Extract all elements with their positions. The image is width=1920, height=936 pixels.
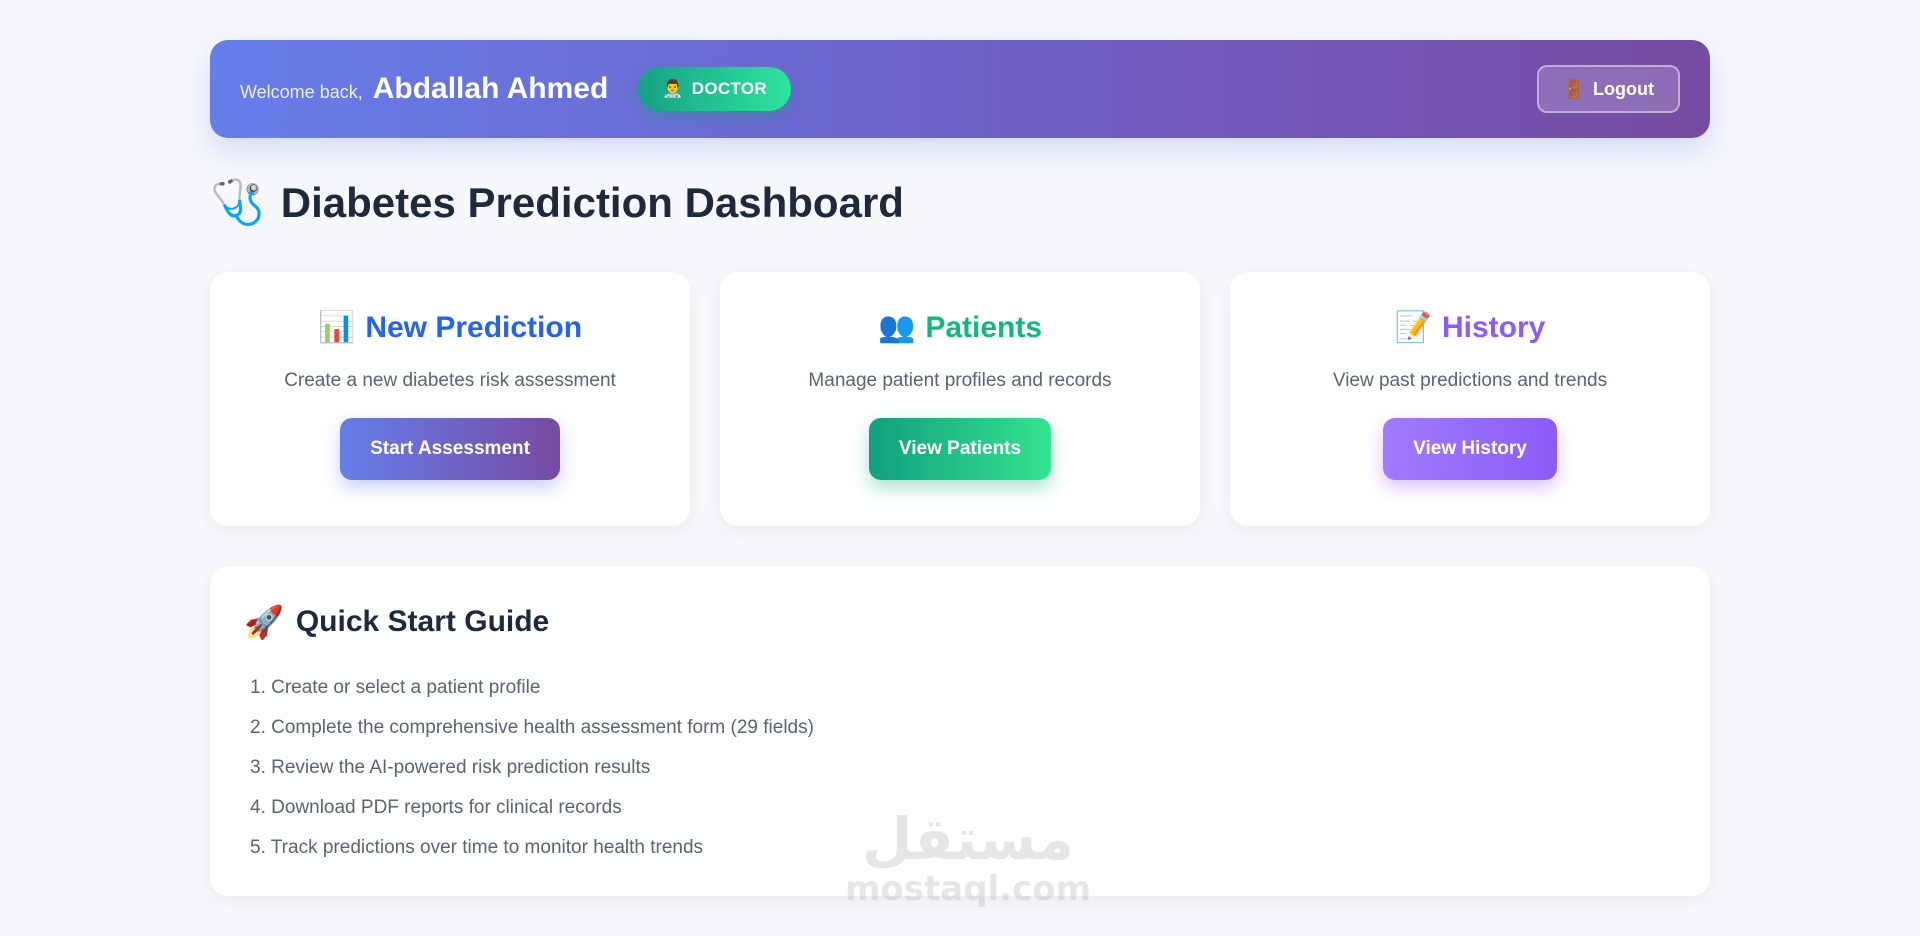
memo-icon: 📝 bbox=[1394, 311, 1432, 344]
list-item: 4. Download PDF reports for clinical rec… bbox=[250, 797, 622, 818]
card-description: Manage patient profiles and records bbox=[808, 370, 1112, 391]
dashboard-page: Welcome back, Abdallah Ahmed 👨‍⚕️ DOCTOR… bbox=[0, 0, 1920, 936]
welcome-header: Welcome back, Abdallah Ahmed 👨‍⚕️ DOCTOR… bbox=[210, 40, 1710, 138]
view-patients-button[interactable]: View Patients bbox=[868, 418, 1052, 480]
rocket-icon: 🚀 bbox=[244, 604, 284, 640]
page-title-row: 🩺 Diabetes Prediction Dashboard bbox=[210, 175, 904, 231]
role-label: DOCTOR bbox=[691, 79, 767, 98]
door-icon: 🚪 bbox=[1562, 78, 1586, 99]
logout-button[interactable]: 🚪 Logout bbox=[1536, 65, 1680, 113]
list-item: 5. Track predictions over time to monito… bbox=[250, 837, 704, 858]
welcome-text: Welcome back, bbox=[240, 81, 363, 102]
history-card: 📝 History View past predictions and tren… bbox=[1230, 272, 1710, 526]
card-description: Create a new diabetes risk assessment bbox=[284, 370, 616, 391]
bar-chart-icon: 📊 bbox=[317, 311, 356, 344]
card-header: 📝 History bbox=[1395, 308, 1546, 348]
card-header: 👥 Patients bbox=[878, 308, 1042, 348]
users-icon: 👥 bbox=[877, 311, 916, 344]
card-title: History bbox=[1442, 311, 1546, 344]
doctor-icon: 👨‍⚕️ bbox=[662, 79, 684, 98]
role-badge: 👨‍⚕️ DOCTOR bbox=[638, 67, 791, 111]
card-title: New Prediction bbox=[365, 311, 583, 344]
action-cards: 📊 New Prediction Create a new diabetes r… bbox=[210, 272, 1710, 526]
view-history-button[interactable]: View History bbox=[1383, 418, 1557, 480]
new-prediction-card: 📊 New Prediction Create a new diabetes r… bbox=[210, 272, 690, 526]
guide-header: 🚀 Quick Start Guide bbox=[244, 602, 1676, 642]
list-item: 3. Review the AI-powered risk prediction… bbox=[250, 757, 651, 778]
list-item: 1. Create or select a patient profile bbox=[250, 677, 541, 698]
card-title: Patients bbox=[925, 311, 1043, 344]
patients-card: 👥 Patients Manage patient profiles and r… bbox=[720, 272, 1200, 526]
card-header: 📊 New Prediction bbox=[318, 308, 582, 348]
page-title: Diabetes Prediction Dashboard bbox=[280, 179, 904, 226]
guide-steps: 1. Create or select a patient profile 2.… bbox=[244, 668, 1676, 868]
card-description: View past predictions and trends bbox=[1332, 370, 1608, 391]
guide-title: Quick Start Guide bbox=[295, 605, 550, 638]
start-assessment-button[interactable]: Start Assessment bbox=[340, 418, 560, 480]
quick-start-guide: 🚀 Quick Start Guide 1. Create or select … bbox=[210, 566, 1710, 896]
list-item: 2. Complete the comprehensive health ass… bbox=[250, 717, 814, 738]
stethoscope-icon: 🩺 bbox=[210, 178, 265, 227]
user-name: Abdallah Ahmed bbox=[372, 72, 609, 105]
logout-label: Logout bbox=[1593, 78, 1654, 99]
